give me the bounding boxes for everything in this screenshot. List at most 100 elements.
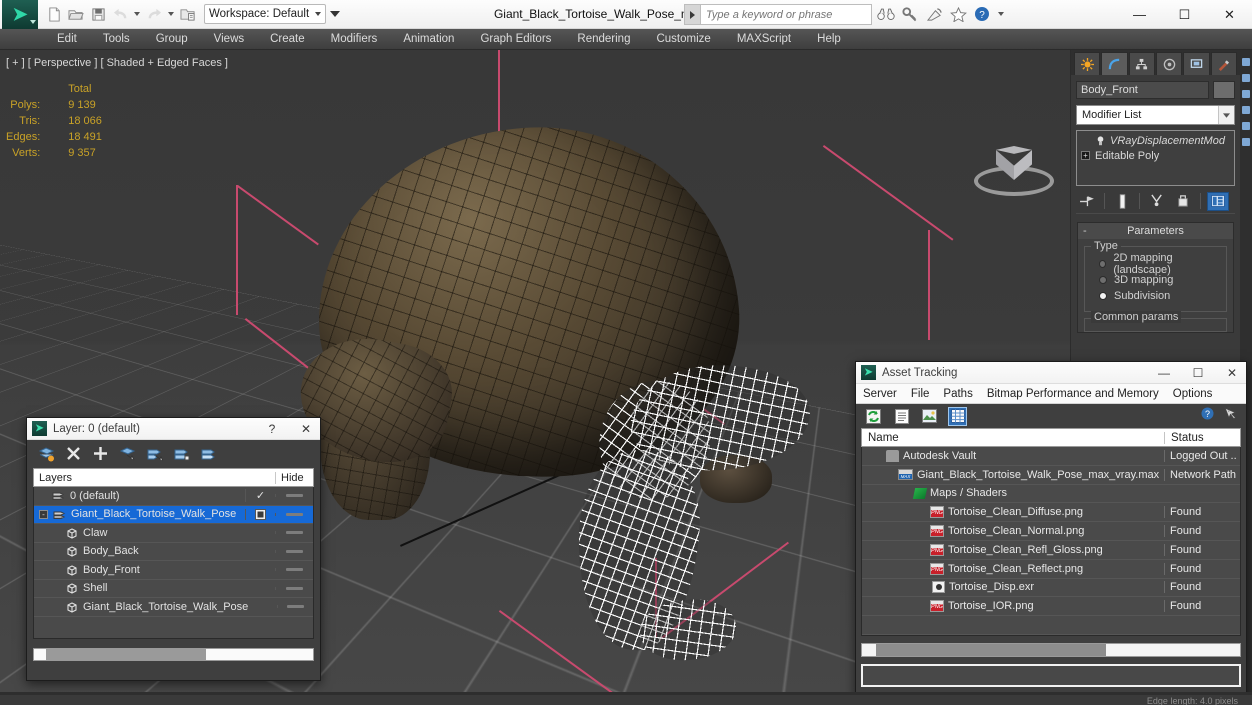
modifier-stack-item-editable-poly[interactable]: + Editable Poly	[1079, 148, 1232, 163]
strip-button[interactable]	[1242, 74, 1250, 82]
create-new-layer-icon[interactable]	[38, 446, 55, 462]
menu-animation[interactable]: Animation	[390, 29, 467, 50]
hide-unhide-layer-icon[interactable]	[201, 446, 217, 462]
layer-hide-toggle[interactable]	[276, 605, 313, 609]
view-cube-cube-icon[interactable]	[996, 146, 1032, 182]
layers-column-header[interactable]: Layers	[34, 472, 245, 484]
satellite-dish-icon[interactable]	[924, 3, 944, 25]
asset-row-tortoise-clean-normal[interactable]: PNG Tortoise_Clean_Normal.png Found	[862, 522, 1240, 541]
select-objects-in-layer-icon[interactable]	[119, 446, 136, 462]
status-column-header[interactable]: Status	[1164, 431, 1240, 444]
utilities-tab[interactable]	[1210, 52, 1237, 75]
save-file-icon[interactable]	[88, 4, 108, 24]
display-tab[interactable]	[1183, 52, 1210, 75]
asset-row-autodesk-vault[interactable]: Autodesk Vault Logged Out ..	[862, 447, 1240, 466]
help-button[interactable]: ?	[258, 418, 286, 440]
parameters-rollout-header[interactable]: - Parameters	[1078, 223, 1233, 239]
maximize-button[interactable]: ☐	[1184, 362, 1212, 384]
modify-tab[interactable]	[1101, 52, 1128, 75]
menu-customize[interactable]: Customize	[643, 29, 723, 50]
maximize-button[interactable]: ☐	[1162, 0, 1207, 29]
thumbnail-view-icon[interactable]	[920, 407, 939, 426]
context-help-icon[interactable]: ?	[1223, 406, 1238, 426]
chevron-down-icon[interactable]	[1218, 106, 1234, 124]
asset-tracking-title-bar[interactable]: ➤ Asset Tracking — ☐ ✕	[856, 362, 1246, 384]
asset-tracking-status-field[interactable]	[861, 664, 1241, 687]
radio-subdivision[interactable]: Subdivision	[1091, 288, 1220, 304]
workspace-caret-icon[interactable]	[315, 12, 322, 16]
layer-list[interactable]: 0 (default) ✓ - Giant_Black_Tortoise_Wal…	[33, 487, 314, 639]
layer-current-check[interactable]	[245, 508, 275, 520]
radio-icon[interactable]	[1099, 276, 1107, 284]
set-current-layer-icon[interactable]	[174, 446, 190, 462]
set-project-folder-icon[interactable]	[178, 4, 198, 24]
workspace-dropdown-icon[interactable]	[330, 11, 341, 17]
minimize-button[interactable]: —	[1117, 0, 1162, 29]
undo-icon[interactable]	[110, 4, 130, 24]
menu-server[interactable]: Server	[856, 384, 904, 404]
redo-dropdown-caret-icon[interactable]	[168, 12, 174, 16]
layer-hide-toggle[interactable]	[275, 512, 313, 516]
asset-row-empty[interactable]	[862, 616, 1240, 635]
hierarchy-tab[interactable]	[1128, 52, 1155, 75]
create-tab[interactable]	[1074, 52, 1101, 75]
menu-bitmap-performance-and-memory[interactable]: Bitmap Performance and Memory	[980, 384, 1166, 404]
strip-button[interactable]	[1242, 138, 1250, 146]
star-icon[interactable]	[948, 3, 968, 25]
menu-tools[interactable]: Tools	[90, 29, 143, 50]
minimize-button[interactable]: —	[1150, 362, 1178, 384]
layer-row-0-default[interactable]: 0 (default) ✓	[34, 487, 313, 506]
modifier-list-dropdown[interactable]: Modifier List	[1076, 105, 1235, 125]
layer-row-body-back[interactable]: Body_Back	[34, 543, 313, 561]
help-icon[interactable]: ?	[1200, 406, 1215, 426]
menu-help[interactable]: Help	[804, 29, 854, 50]
motion-tab[interactable]	[1155, 52, 1183, 75]
object-color-swatch[interactable]	[1213, 81, 1235, 99]
menu-create[interactable]: Create	[257, 29, 318, 50]
workspace-selector[interactable]: Workspace: Default	[204, 4, 327, 24]
menu-maxscript[interactable]: MAXScript	[724, 29, 804, 50]
name-column-header[interactable]: Name	[862, 432, 1164, 444]
asset-row-tortoise-clean-reflect[interactable]: PNG Tortoise_Clean_Reflect.png Found	[862, 560, 1240, 579]
undo-dropdown-caret-icon[interactable]	[134, 12, 140, 16]
layer-row-giant-black-tortoise-walk-pose[interactable]: - Giant_Black_Tortoise_Walk_Pose	[34, 505, 313, 524]
layer-hide-toggle[interactable]	[275, 568, 313, 572]
modifier-stack-item-vraydisplacementmod[interactable]: VRayDisplacementMod	[1079, 133, 1232, 148]
key-icon[interactable]	[900, 3, 920, 25]
help-icon[interactable]: ?	[972, 3, 992, 25]
search-expand-icon[interactable]	[684, 4, 700, 25]
layer-row-shell[interactable]: Shell	[34, 580, 313, 598]
view-cube[interactable]	[972, 136, 1056, 208]
scrollbar-thumb[interactable]	[46, 649, 206, 660]
layer-row-claw[interactable]: Claw	[34, 524, 313, 543]
close-button[interactable]: ✕	[292, 418, 320, 440]
strip-button[interactable]	[1242, 122, 1250, 130]
light-bulb-icon[interactable]	[1095, 135, 1105, 146]
collapse-icon[interactable]: -	[39, 509, 48, 519]
asset-horizontal-scrollbar[interactable]	[861, 643, 1241, 657]
layer-dialog[interactable]: ➤ Layer: 0 (default) ? ✕ Layers Hide 0 (…	[26, 417, 321, 681]
layer-row-giant-black-tortoise-walk-pose-object[interactable]: Giant_Black_Tortoise_Walk_Pose	[34, 598, 313, 617]
layer-hide-toggle[interactable]	[275, 531, 313, 535]
close-button[interactable]: ✕	[1218, 362, 1246, 384]
delete-layer-icon[interactable]	[66, 446, 82, 462]
strip-button[interactable]	[1242, 106, 1250, 114]
scrollbar-thumb[interactable]	[876, 644, 1106, 656]
menu-file[interactable]: File	[904, 384, 937, 404]
add-selection-icon[interactable]	[93, 446, 109, 462]
menu-paths[interactable]: Paths	[936, 384, 979, 404]
show-end-result-icon[interactable]	[1111, 192, 1133, 211]
layer-hide-toggle[interactable]	[275, 494, 313, 498]
asset-row-maps-shaders[interactable]: Maps / Shaders	[862, 485, 1240, 504]
collapse-icon[interactable]: -	[1083, 225, 1087, 237]
pin-stack-icon[interactable]	[1076, 192, 1098, 211]
radio-icon-selected[interactable]	[1099, 292, 1107, 300]
remove-modifier-icon[interactable]	[1172, 192, 1194, 211]
hide-column-header[interactable]: Hide	[275, 471, 313, 484]
asset-list[interactable]: Autodesk Vault Logged Out .. MAX Giant_B…	[861, 447, 1241, 636]
open-file-icon[interactable]	[66, 4, 86, 24]
help-dropdown-caret-icon[interactable]	[998, 12, 1004, 16]
redo-icon[interactable]	[144, 4, 164, 24]
asset-row-tortoise-disp[interactable]: Tortoise_Disp.exr Found	[862, 579, 1240, 598]
layer-current-check[interactable]: ✓	[245, 489, 275, 503]
